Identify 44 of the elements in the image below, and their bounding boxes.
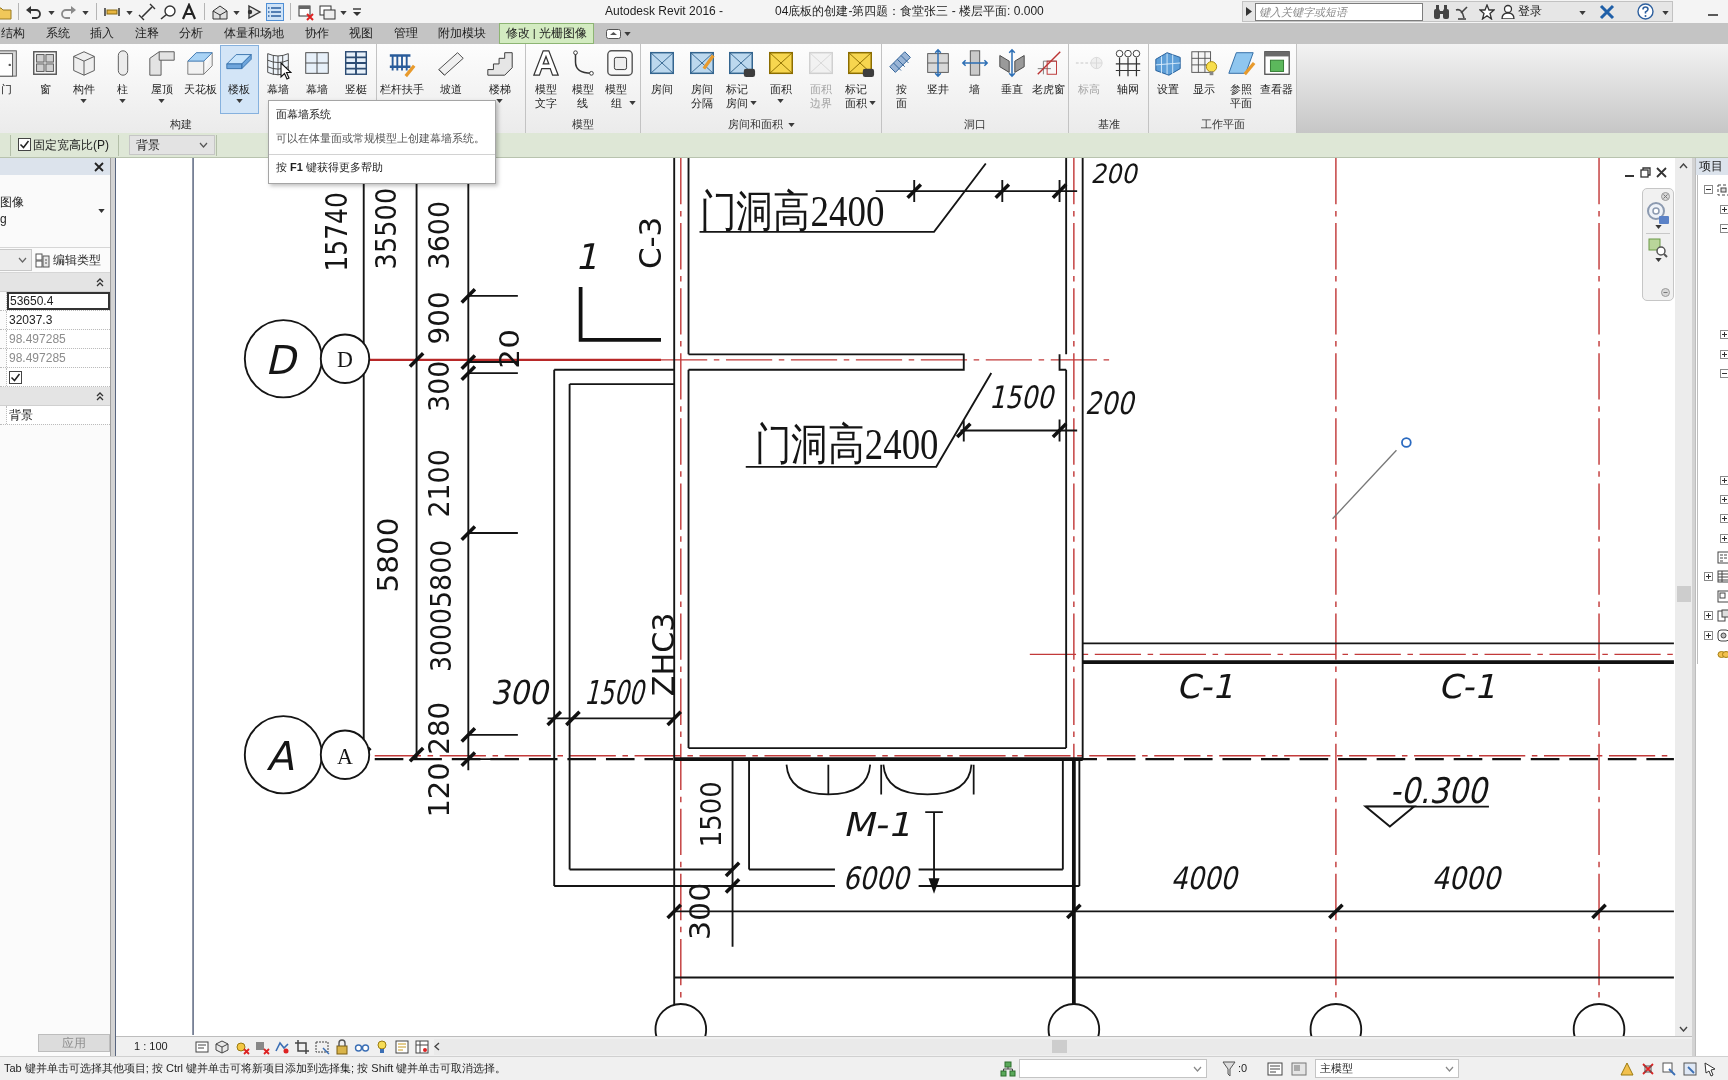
- status-message: Tab 键并单击可选择其他项目; 按 Ctrl 键并单击可将新项目添加到选择集; 按 Shift 键并单击可取消选择。: [4, 1061, 507, 1076]
- panel-title: 房间和面积: [727, 117, 783, 132]
- tag-text: M-1: [840, 805, 912, 845]
- dimension-text: 1500: [693, 774, 728, 848]
- dimension-text: 1500: [987, 379, 1075, 416]
- panel-title: 构建: [170, 117, 192, 132]
- tag-text: ZHC3: [645, 610, 682, 697]
- panel-title: 工作平面: [1200, 117, 1245, 132]
- dimension-text: 300: [421, 356, 456, 412]
- tooltip-title: 面幕墙系统: [276, 108, 332, 122]
- dimension-text: 300: [488, 673, 561, 712]
- dimension-text: 280: [421, 700, 456, 755]
- elevation-text: -0.300: [1388, 770, 1511, 812]
- tag-text: C-3: [632, 216, 668, 270]
- tag-text: C-1: [1436, 667, 1502, 707]
- tag-text: C-1: [1174, 667, 1240, 707]
- dimension-text: 120: [421, 762, 456, 818]
- grid-label: A: [264, 733, 303, 779]
- tooltip-help: 按 F1 键获得更多帮助: [276, 161, 384, 175]
- dimension-text: 4000: [1430, 860, 1517, 897]
- grid-label: D: [262, 337, 304, 383]
- annotation-text: 门洞高2400: [699, 187, 920, 237]
- document-title: 04底板的创建-第四题：食堂张三 - 楼层平面: 0.000: [775, 4, 1044, 19]
- app-title: Autodesk Revit 2016 -: [605, 4, 724, 19]
- dimension-text: 200: [1089, 158, 1147, 190]
- panel-title: 基准: [1097, 117, 1120, 132]
- tooltip-description: 可以在体量面或常规模型上创建幕墙系统。: [276, 132, 486, 146]
- dimension-text: 4000: [1169, 860, 1256, 897]
- dimension-text: 6000: [841, 860, 928, 897]
- section-number: 1: [573, 236, 606, 278]
- grid-label: A: [337, 744, 353, 770]
- annotation-text: 门洞高2400: [754, 420, 975, 470]
- dimension-text: 900: [421, 289, 456, 345]
- dimension-text: 5800: [370, 519, 405, 593]
- dimension-text: 200: [1083, 385, 1151, 421]
- dimension-text: 2100: [421, 444, 456, 518]
- panel-title: 洞口: [964, 117, 986, 132]
- dimension-text: 15740: [318, 176, 354, 272]
- grid-label: D: [337, 347, 353, 373]
- browser-title: 项目: [1696, 158, 1728, 175]
- panel-title: 模型: [572, 117, 594, 132]
- dimension-text: 35500: [368, 178, 403, 270]
- dimension-text: 3600: [421, 196, 456, 270]
- selection-count: :0: [1238, 1061, 1248, 1076]
